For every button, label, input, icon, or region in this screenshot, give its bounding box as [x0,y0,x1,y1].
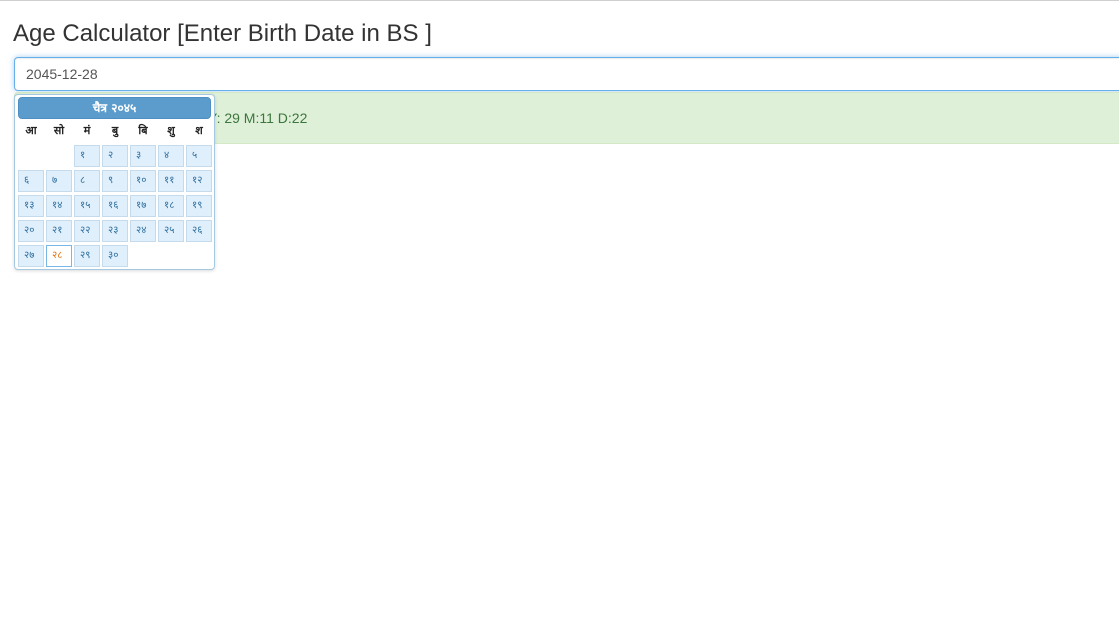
calendar-day[interactable]: २५ [158,220,184,242]
calendar-day[interactable]: ७ [46,170,72,192]
calendar-day[interactable]: २३ [102,220,128,242]
calendar-day[interactable]: २४ [130,220,156,242]
page-container: Age Calculator [Enter Birth Date in BS ]… [13,0,1119,633]
calendar-day[interactable]: १८ [158,195,184,217]
calendar-day[interactable]: १७ [130,195,156,217]
birth-date-input[interactable] [14,57,1119,91]
calendar-day[interactable]: ६ [18,170,44,192]
calendar-day[interactable]: १० [130,170,156,192]
calendar-day[interactable]: २ [102,145,128,167]
calendar-day[interactable]: २७ [18,245,44,267]
calendar-day[interactable]: १५ [74,195,100,217]
calendar-day[interactable]: २६ [186,220,212,242]
calendar-day[interactable]: ३ [130,145,156,167]
page-title: Age Calculator [Enter Birth Date in BS ] [13,20,432,47]
calendar-day[interactable]: १ [74,145,100,167]
calendar-day[interactable]: ४ [158,145,184,167]
calendar-day[interactable]: १३ [18,195,44,217]
calendar-day[interactable]: २१ [46,220,72,242]
date-picker-popup: चैत्र २०४५ आ सो मं बु बि शु श १ २ ३ ४ ५ ६ ७ ८ ९ १० ११ १२ १… [14,94,215,270]
calendar-day[interactable]: ९ [102,170,128,192]
calendar-day[interactable]: १९ [186,195,212,217]
calendar-day[interactable]: २० [18,220,44,242]
calendar-day-grid: १ २ ३ ४ ५ ६ ७ ८ ९ १० ११ १२ १३ १४ १५ १६ १७ १८ १९ २० २१ २२ २३ २४ २… [15,95,216,271]
calendar-day[interactable]: ३० [102,245,128,267]
calendar-day[interactable]: ५ [186,145,212,167]
calendar-day[interactable]: १४ [46,195,72,217]
calendar-day[interactable]: ८ [74,170,100,192]
calendar-day-selected[interactable]: २८ [46,245,72,267]
calendar-day[interactable]: १६ [102,195,128,217]
age-result-text: Y: 29 M:11 D:22 [208,110,308,126]
calendar-day[interactable]: २९ [74,245,100,267]
calendar-day[interactable]: १२ [186,170,212,192]
calendar-day[interactable]: २२ [74,220,100,242]
calendar-day[interactable]: ११ [158,170,184,192]
